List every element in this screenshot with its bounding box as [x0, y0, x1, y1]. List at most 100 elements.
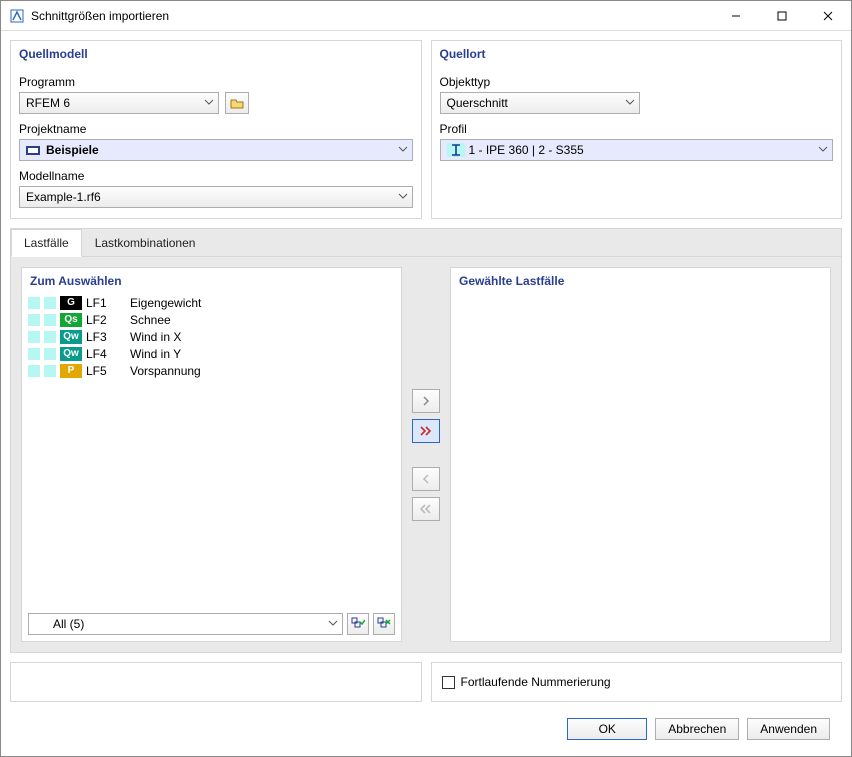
loadcase-name: Eigengewicht [130, 296, 201, 310]
move-all-left-button[interactable] [412, 497, 440, 521]
options-left-panel [10, 662, 422, 702]
dialog-content: Quellmodell Programm RFEM 6 Projektname [1, 31, 851, 756]
loadcase-row[interactable]: Qw LF3 Wind in X [28, 328, 395, 345]
loadcase-row[interactable]: QsLF2Schnee [28, 311, 395, 328]
loadcase-name: Wind in X [130, 330, 181, 344]
cancel-button[interactable]: Abbrechen [655, 718, 739, 740]
tab-loadcombos[interactable]: Lastkombinationen [82, 229, 209, 257]
loadcase-id: LF2 [86, 313, 126, 327]
program-select[interactable]: RFEM 6 [19, 92, 219, 114]
load-class-tag: P [60, 364, 82, 378]
apply-button[interactable]: Anwenden [747, 718, 830, 740]
loadcase-tabs-panel: Lastfälle Lastkombinationen Zum Auswähle… [10, 228, 842, 653]
top-row: Quellmodell Programm RFEM 6 Projektname [10, 40, 842, 219]
i-section-icon [451, 144, 461, 156]
loadcase-id: LF4 [86, 347, 126, 361]
color-swatch [44, 331, 56, 343]
load-class-tag: Qw [60, 347, 82, 361]
source-location-panel: Quellort Objekttyp Querschnitt Profil 1 … [431, 40, 843, 219]
selected-header: Gewählte Lastfälle [451, 268, 830, 290]
chevron-down-icon [328, 618, 338, 628]
program-label: Programm [19, 75, 413, 89]
chevron-right-icon [421, 396, 431, 406]
check-all-icon [351, 617, 365, 631]
available-footer: All (5) [22, 607, 401, 641]
profile-swatch [447, 143, 465, 157]
chevron-down-icon [204, 97, 214, 107]
project-icon [26, 144, 42, 156]
objecttype-select[interactable]: Querschnitt [440, 92, 640, 114]
model-value: Example-1.rf6 [26, 190, 101, 204]
available-list-panel: Zum Auswählen GLF1EigengewichtQsLF2Schne… [21, 267, 402, 642]
loadcase-row[interactable]: P LF5 Vorspannung [28, 362, 395, 379]
color-swatch [28, 365, 40, 377]
selected-list-panel: Gewählte Lastfälle [450, 267, 831, 642]
project-value: Beispiele [46, 143, 99, 157]
close-button[interactable] [805, 1, 851, 30]
chevron-down-icon [625, 97, 635, 107]
transfer-buttons [410, 267, 442, 642]
model-label: Modellname [19, 169, 413, 183]
app-icon [9, 8, 25, 24]
color-swatch [44, 297, 56, 309]
move-left-button[interactable] [412, 467, 440, 491]
color-swatch [44, 365, 56, 377]
chevron-left-icon [421, 474, 431, 484]
chevron-down-icon [398, 144, 408, 154]
continuous-numbering-label: Fortlaufende Nummerierung [461, 675, 611, 689]
double-chevron-left-icon [419, 504, 433, 514]
titlebar: Schnittgrößen importieren [1, 1, 851, 31]
double-chevron-right-icon [419, 426, 433, 436]
select-all-button[interactable] [347, 613, 369, 635]
load-class-tag: Qw [60, 330, 82, 344]
objecttype-value: Querschnitt [447, 96, 508, 110]
available-header: Zum Auswählen [22, 268, 401, 290]
chevron-down-icon [818, 144, 828, 154]
loadcase-id: LF1 [86, 296, 126, 310]
color-swatch [28, 348, 40, 360]
picker-row: Zum Auswählen GLF1EigengewichtQsLF2Schne… [21, 267, 831, 642]
profile-select[interactable]: 1 - IPE 360 | 2 - S355 [440, 139, 834, 161]
options-row: Fortlaufende Nummerierung [10, 662, 842, 702]
objecttype-label: Objekttyp [440, 75, 834, 89]
available-list[interactable]: GLF1EigengewichtQsLF2SchneeQwLF3Wind in … [22, 290, 401, 607]
move-right-button[interactable] [412, 389, 440, 413]
deselect-all-button[interactable] [373, 613, 395, 635]
load-class-tag: G [60, 296, 82, 310]
move-all-right-button[interactable] [412, 419, 440, 443]
tab-loadcases[interactable]: Lastfälle [11, 229, 82, 257]
color-swatch [28, 331, 40, 343]
chevron-down-icon [398, 191, 408, 201]
loadcase-row[interactable]: Qw LF4 Wind in Y [28, 345, 395, 362]
tabstrip: Lastfälle Lastkombinationen [11, 229, 841, 257]
minimize-button[interactable] [713, 1, 759, 30]
folder-open-icon [230, 97, 244, 109]
window-title: Schnittgrößen importieren [31, 9, 713, 23]
continuous-numbering-checkbox[interactable] [442, 676, 455, 689]
color-swatch [28, 314, 40, 326]
source-model-panel: Quellmodell Programm RFEM 6 Projektname [10, 40, 422, 219]
filter-select[interactable]: All (5) [28, 613, 343, 635]
maximize-button[interactable] [759, 1, 805, 30]
program-value: RFEM 6 [26, 96, 70, 110]
options-right-panel: Fortlaufende Nummerierung [431, 662, 843, 702]
selected-list[interactable] [451, 290, 830, 641]
color-swatch [44, 314, 56, 326]
dialog-footer: OK Abbrechen Anwenden [10, 711, 842, 747]
loadcase-name: Vorspannung [130, 364, 201, 378]
dialog-window: Schnittgrößen importieren Quellmodell Pr… [0, 0, 852, 757]
model-select[interactable]: Example-1.rf6 [19, 186, 413, 208]
open-file-button[interactable] [225, 92, 249, 114]
loadcase-id: LF5 [86, 364, 126, 378]
project-label: Projektname [19, 122, 413, 136]
loadcase-row[interactable]: G LF1 Eigengewicht [28, 294, 395, 311]
project-select[interactable]: Beispiele [19, 139, 413, 161]
loadcase-id: LF3 [86, 330, 126, 344]
color-swatch [44, 348, 56, 360]
source-location-header: Quellort [432, 41, 842, 63]
loadcase-name: Wind in Y [130, 347, 181, 361]
ok-button[interactable]: OK [567, 718, 647, 740]
color-swatch [28, 297, 40, 309]
source-model-header: Quellmodell [11, 41, 421, 63]
loadcase-name: Schnee [130, 313, 171, 327]
